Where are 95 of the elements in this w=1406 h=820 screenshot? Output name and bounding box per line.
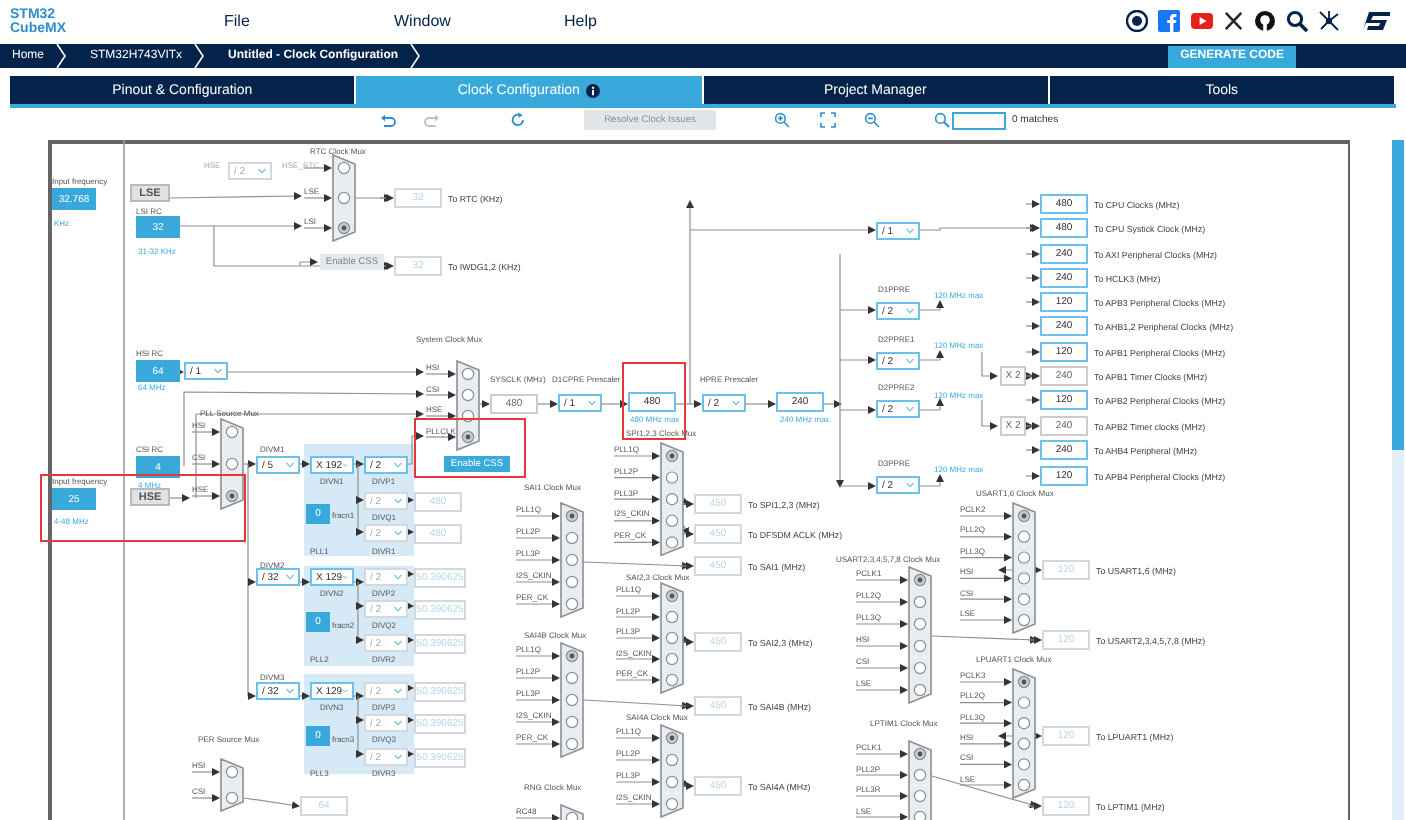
chevron-icon: [394, 720, 402, 726]
menu-item[interactable]: Help: [564, 12, 734, 30]
chevron-icon: [906, 358, 914, 364]
mux-radio[interactable]: [913, 595, 927, 609]
mux-radio[interactable]: [565, 531, 579, 545]
mux-radio[interactable]: [913, 810, 927, 820]
chevron-icon: [394, 688, 402, 694]
chevron-icon: [56, 44, 67, 68]
mux-radio[interactable]: [913, 789, 927, 803]
redo-icon[interactable]: [424, 112, 440, 128]
mux-radio[interactable]: [665, 652, 679, 666]
mux-radio[interactable]: [225, 425, 239, 439]
mux-radio[interactable]: [913, 683, 927, 697]
chevron-icon: [906, 308, 914, 314]
mux-radio[interactable]: [665, 471, 679, 484]
chevron-icon: [194, 44, 205, 68]
mux-radio[interactable]: [565, 693, 579, 707]
chevron-icon: [342, 574, 348, 580]
mux-radio[interactable]: [565, 811, 579, 820]
chevron-icon: [732, 400, 740, 406]
mux-radio[interactable]: [1017, 737, 1031, 750]
chevron-icon: [394, 462, 402, 468]
undo-icon[interactable]: [380, 112, 396, 128]
network-icon[interactable]: [1318, 10, 1340, 32]
mux-radio[interactable]: [565, 715, 579, 729]
mux-radio[interactable]: [913, 768, 927, 782]
chevron-icon: [394, 530, 402, 536]
chevron-icon: [394, 754, 402, 760]
chevron-icon: [286, 462, 294, 468]
play-icon[interactable]: [1190, 10, 1214, 32]
cat-icon[interactable]: [1254, 10, 1276, 32]
chevron-icon: [906, 482, 914, 488]
mux-radio[interactable]: [665, 753, 679, 767]
mux-radio[interactable]: [1017, 530, 1031, 543]
mux-radio[interactable]: [461, 388, 475, 402]
chevron-icon: [286, 688, 294, 694]
mux-radio[interactable]: [461, 409, 475, 423]
zoom-in-icon[interactable]: [774, 112, 790, 128]
chevron-icon: [394, 640, 402, 646]
mux-radio[interactable]: [1017, 758, 1031, 771]
mux-radio[interactable]: [665, 493, 679, 506]
mux-radio[interactable]: [1017, 551, 1031, 564]
mux-radio[interactable]: [665, 775, 679, 789]
menu-item[interactable]: Window: [394, 12, 564, 30]
mux-radio[interactable]: [225, 765, 239, 779]
zoom-out-icon[interactable]: [864, 112, 880, 128]
mux-radio[interactable]: [665, 797, 679, 811]
mux-radio[interactable]: [1017, 717, 1031, 730]
chevron-icon: [342, 462, 348, 468]
mux-radio[interactable]: [913, 639, 927, 653]
mux-radio[interactable]: [565, 597, 579, 611]
chevron-icon: [906, 228, 914, 234]
search-icon[interactable]: [1286, 10, 1308, 32]
badge-icon[interactable]: [1126, 10, 1148, 32]
mux-radio[interactable]: [1017, 613, 1031, 627]
mux-radio[interactable]: [337, 161, 351, 175]
mux-radio[interactable]: [913, 661, 927, 675]
mux-radio[interactable]: [913, 617, 927, 631]
mux-radio[interactable]: [1017, 572, 1031, 585]
search-field[interactable]: [952, 112, 1006, 130]
menu-item[interactable]: File: [224, 12, 394, 30]
chevron-icon: [394, 498, 402, 504]
chevron-icon: [394, 574, 402, 580]
highlight-frame: [622, 362, 686, 440]
mux-radio[interactable]: [1017, 778, 1031, 792]
refresh-icon[interactable]: [510, 112, 526, 128]
facebook-icon[interactable]: [1158, 10, 1180, 32]
fit-icon[interactable]: [820, 112, 836, 128]
mux-radio[interactable]: [225, 791, 239, 805]
mux-radio[interactable]: [565, 737, 579, 751]
info-icon[interactable]: [585, 83, 600, 97]
mux-radio[interactable]: [665, 631, 679, 645]
mux-radio[interactable]: [565, 553, 579, 567]
highlight-frame: [414, 418, 526, 478]
mux-radio[interactable]: [1017, 593, 1031, 606]
mux-radio[interactable]: [565, 575, 579, 589]
mux-radio[interactable]: [225, 457, 239, 471]
chevron-icon: [258, 168, 266, 174]
chevron-icon: [214, 368, 222, 374]
chevron-icon: [906, 406, 914, 412]
mux-radio[interactable]: [665, 673, 679, 687]
x-icon[interactable]: [1224, 10, 1244, 32]
chevron-icon: [588, 400, 596, 406]
chevron-icon: [342, 688, 348, 694]
mux-radio[interactable]: [1017, 696, 1031, 709]
mux-radio[interactable]: [665, 536, 679, 549]
chevron-icon: [394, 606, 402, 612]
chevron-icon: [286, 574, 294, 580]
mux-radio[interactable]: [665, 514, 679, 527]
scrollbar-thumb[interactable]: [1392, 140, 1404, 450]
mux-radio[interactable]: [565, 671, 579, 685]
chevron-icon: [410, 44, 421, 68]
mux-radio[interactable]: [337, 191, 351, 205]
mux-radio[interactable]: [461, 367, 475, 381]
mux-radio[interactable]: [665, 610, 679, 624]
